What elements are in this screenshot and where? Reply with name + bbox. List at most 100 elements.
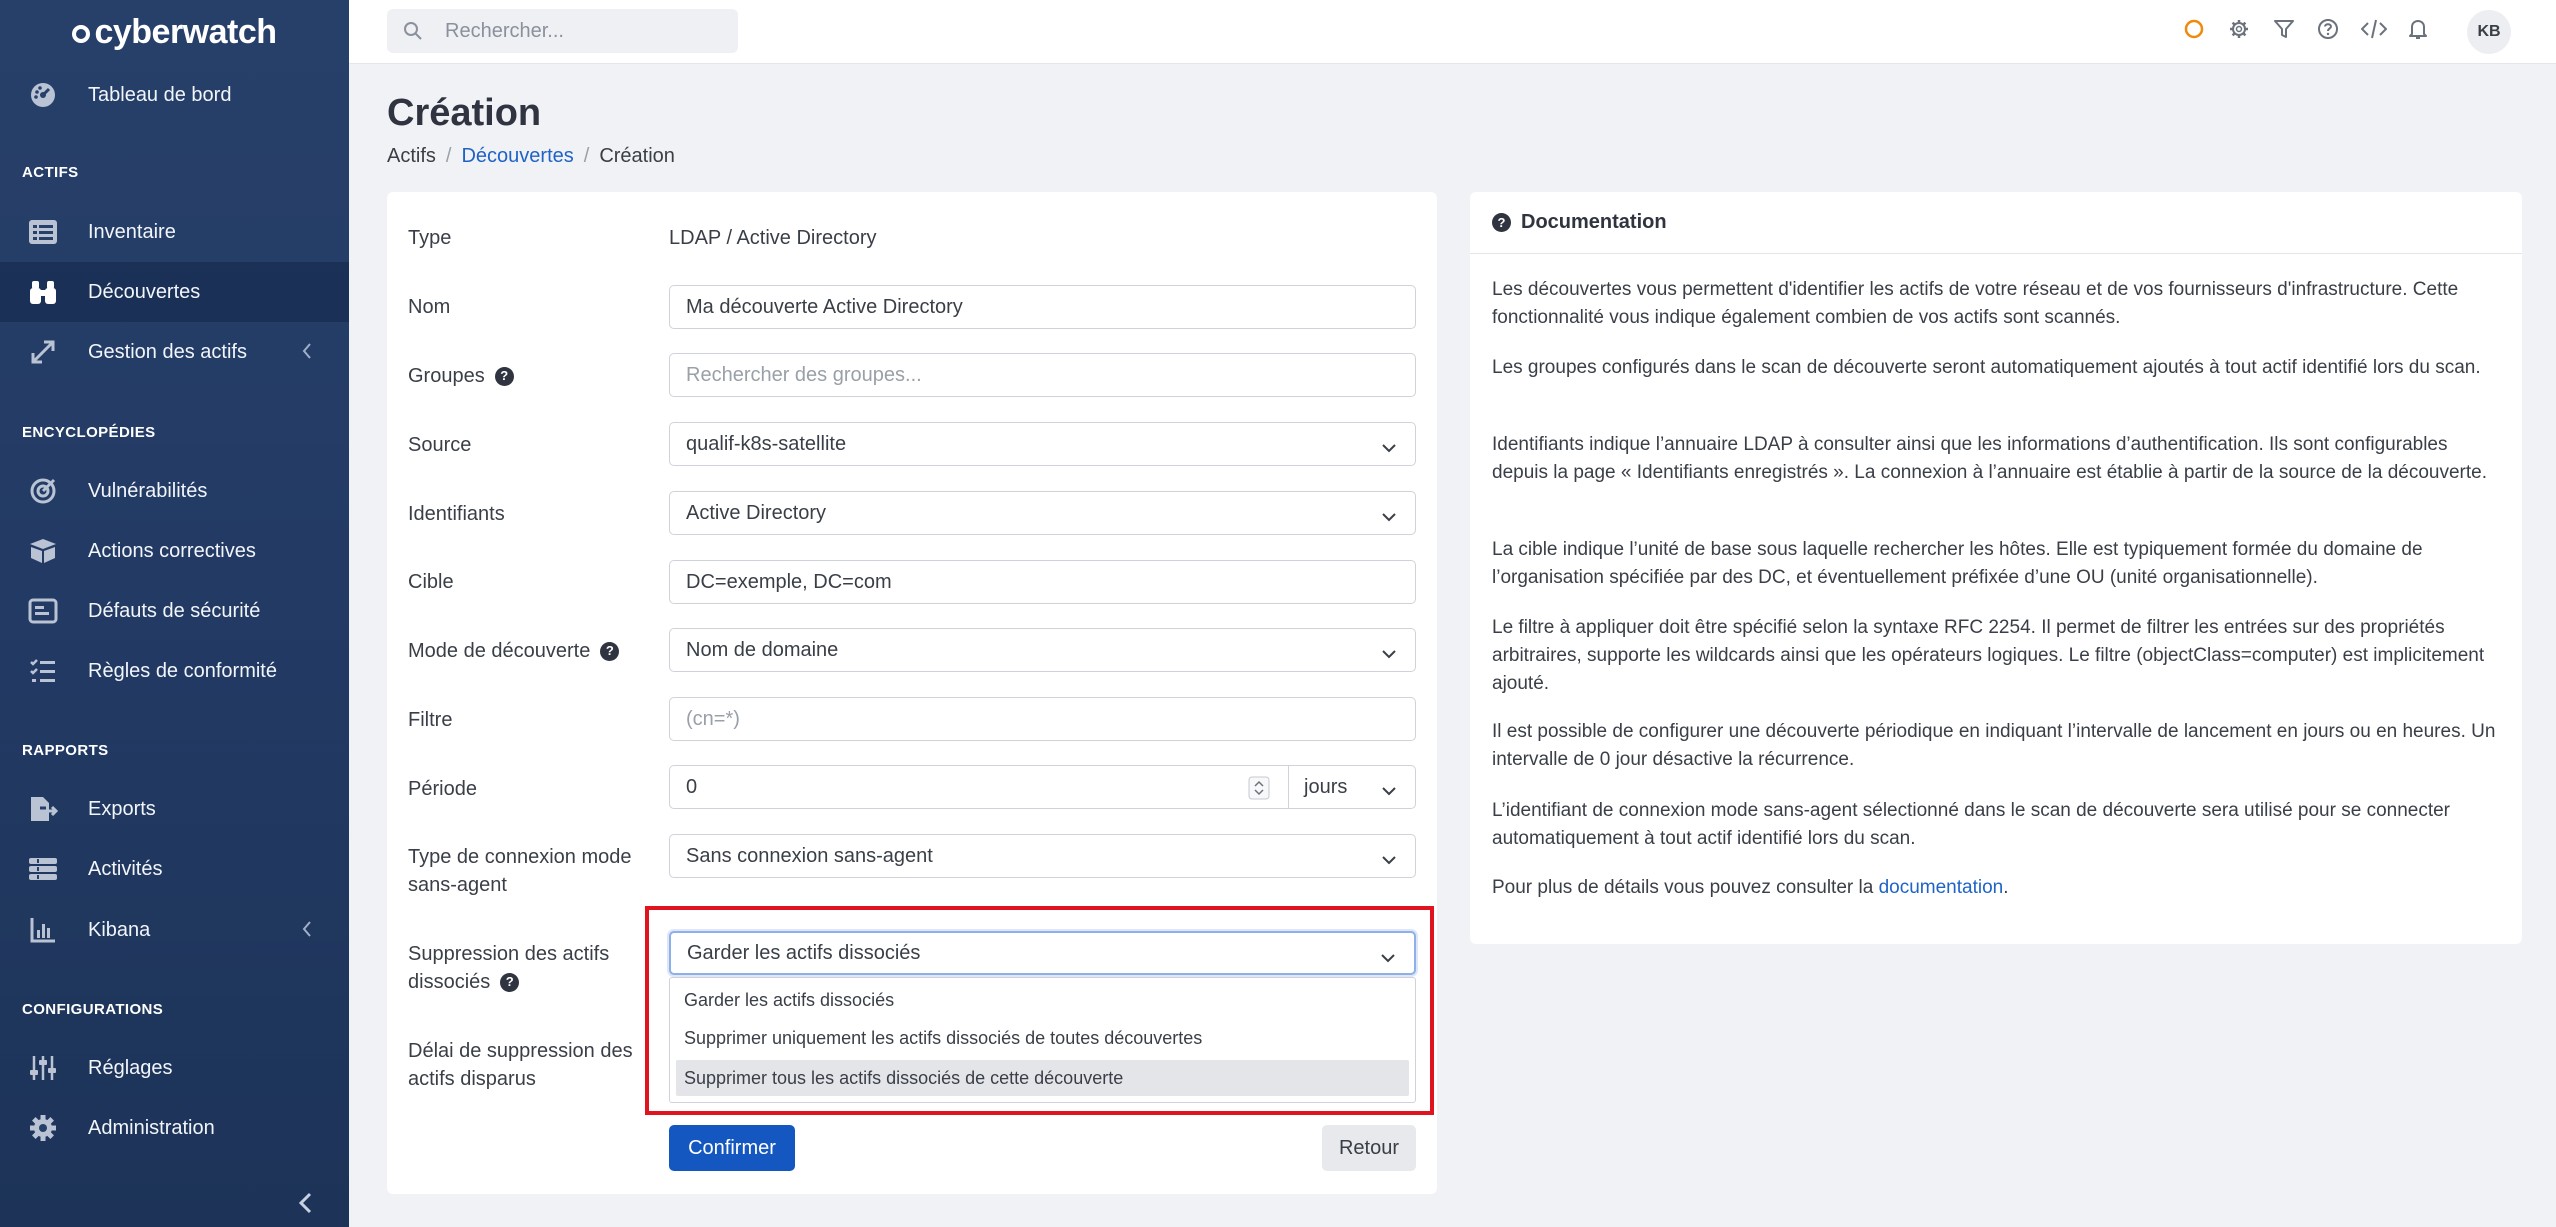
confirm-button[interactable]: Confirmer [669,1125,795,1171]
sidebar-item-decouvertes[interactable]: Découvertes [0,262,349,322]
name-input[interactable]: Ma découverte Active Directory [669,285,1416,329]
breadcrumb-item-decouvertes[interactable]: Découvertes [461,145,573,167]
sidebar-item-label: Vulnérabilités [88,479,208,502]
mode-help-icon[interactable]: ? [600,641,620,661]
back-button[interactable]: Retour [1322,1125,1416,1171]
mode-value: Nom de domaine [686,638,839,661]
sidebar-item-kibana[interactable]: Kibana [0,900,349,960]
sidebar-item-regles-conformite[interactable]: Règles de conformité [0,641,349,701]
breadcrumb-separator: / [583,145,590,167]
deletion-label: Suppression des actifs dissociés? [408,940,609,996]
highlight-box [645,906,1434,1115]
dashboard-icon [28,80,58,110]
sidebar-item-label: Inventaire [88,220,176,243]
doc-paragraph: Les groupes configurés dans le scan de d… [1492,357,2481,378]
mode-label-text: Mode de découverte [408,640,591,662]
breadcrumb-item-creation: Création [599,145,675,167]
delay-label-line2: actifs disparus [408,1068,536,1090]
sidebar-item-administration[interactable]: Administration [0,1098,349,1158]
documentation-title: Documentation [1521,211,1667,233]
delay-label-line1: Délai de suppression des [408,1040,633,1062]
breadcrumb: Actifs / Découvertes / Création [387,145,675,168]
bell-icon[interactable] [2407,18,2429,46]
type-value: LDAP / Active Directory [669,227,877,249]
period-input[interactable]: 0 [669,765,1289,809]
documentation-header: ? Documentation [1470,192,2522,254]
collapse-sidebar-icon[interactable] [296,1192,316,1220]
search-icon [403,21,423,41]
sidebar-item-activites[interactable]: Activités [0,839,349,899]
section-configurations: CONFIGURATIONS [22,1001,164,1018]
credentials-label: Identifiants [408,503,505,525]
agentless-select[interactable]: Sans connexion sans-agent [669,834,1416,878]
breadcrumb-item-actifs[interactable]: Actifs [387,145,436,167]
avatar[interactable]: KB [2467,10,2511,54]
name-value: Ma découverte Active Directory [686,295,963,318]
period-unit-select[interactable]: jours [1288,765,1416,809]
screen-icon [28,596,58,626]
chevron-down-icon [1381,849,1397,872]
credentials-value: Active Directory [686,501,827,524]
settings-gear-icon[interactable] [2228,18,2250,46]
doc-text: . [2003,877,2009,898]
section-rapports: RAPPORTS [22,742,109,759]
chevron-down-icon [1381,643,1397,666]
type-label: Type [408,227,452,249]
filter-input[interactable]: (cn=*) [669,697,1416,741]
groups-label-text: Groupes [408,365,485,387]
sidebar-item-label: Activités [88,857,163,880]
sidebar-item-label: Réglages [88,1056,173,1079]
sidebar-item-exports[interactable]: Exports [0,779,349,839]
groups-help-icon[interactable]: ? [494,366,514,386]
stepper-icon[interactable] [1248,776,1270,806]
source-label: Source [408,434,472,456]
credentials-select[interactable]: Active Directory [669,491,1416,535]
source-value: qualif-k8s-satellite [686,432,847,455]
sidebar-item-gestion-actifs[interactable]: Gestion des actifs [0,322,349,382]
period-label: Période [408,778,477,800]
code-icon[interactable] [2360,18,2388,46]
binoculars-icon [28,277,58,307]
filter-icon[interactable] [2273,18,2295,46]
source-select[interactable]: qualif-k8s-satellite [669,422,1416,466]
mode-select[interactable]: Nom de domaine [669,628,1416,672]
sidebar-item-reglages[interactable]: Réglages [0,1038,349,1098]
page-title: Création [387,92,542,134]
sidebar-item-defauts-securite[interactable]: Défauts de sécurité [0,581,349,641]
target-input[interactable]: DC=exemple, DC=com [669,560,1416,604]
chevron-down-icon [1381,506,1397,529]
list-icon [28,217,58,247]
name-label: Nom [408,296,451,318]
deletion-label-line2: dissociés [408,971,491,993]
sidebar-item-label: Exports [88,797,156,820]
sidebar-item-dashboard[interactable]: Tableau de bord [0,65,349,125]
target-label: Cible [408,571,454,593]
doc-paragraph: L’identifiant de connexion mode sans-age… [1492,800,2451,849]
logo-text: cyberwatch [94,12,277,51]
agentless-label: Type de connexion mode sans-agent [408,843,632,899]
target-icon [28,476,58,506]
groups-placeholder: Rechercher des groupes... [686,363,922,386]
search-input[interactable]: Rechercher... [387,9,738,53]
sidebar-item-label: Règles de conformité [88,659,277,682]
documentation-link[interactable]: documentation [1879,877,2004,898]
sidebar-item-label: Kibana [88,918,151,941]
help-icon[interactable] [2317,18,2339,46]
status-circle-icon[interactable] [2183,18,2205,46]
expand-icon [28,337,58,367]
logo[interactable]: cyberwatch [0,0,349,64]
sidebar-item-label: Administration [88,1116,215,1139]
deletion-help-icon[interactable]: ? [500,972,520,992]
sidebar-item-inventaire[interactable]: Inventaire [0,202,349,262]
sidebar-item-label: Actions correctives [88,539,256,562]
agentless-label-line2: sans-agent [408,874,507,896]
groups-search-input[interactable]: Rechercher des groupes... [669,353,1416,397]
chevron-left-icon [301,342,313,366]
sidebar-item-actions-correctives[interactable]: Actions correctives [0,521,349,581]
chevron-down-icon [1381,780,1397,803]
groups-label: Groupes? [408,362,514,390]
box-icon [28,536,58,566]
agentless-value: Sans connexion sans-agent [686,844,933,867]
deletion-label-line1: Suppression des actifs [408,943,610,965]
sidebar-item-vulnerabilites[interactable]: Vulnérabilités [0,461,349,521]
